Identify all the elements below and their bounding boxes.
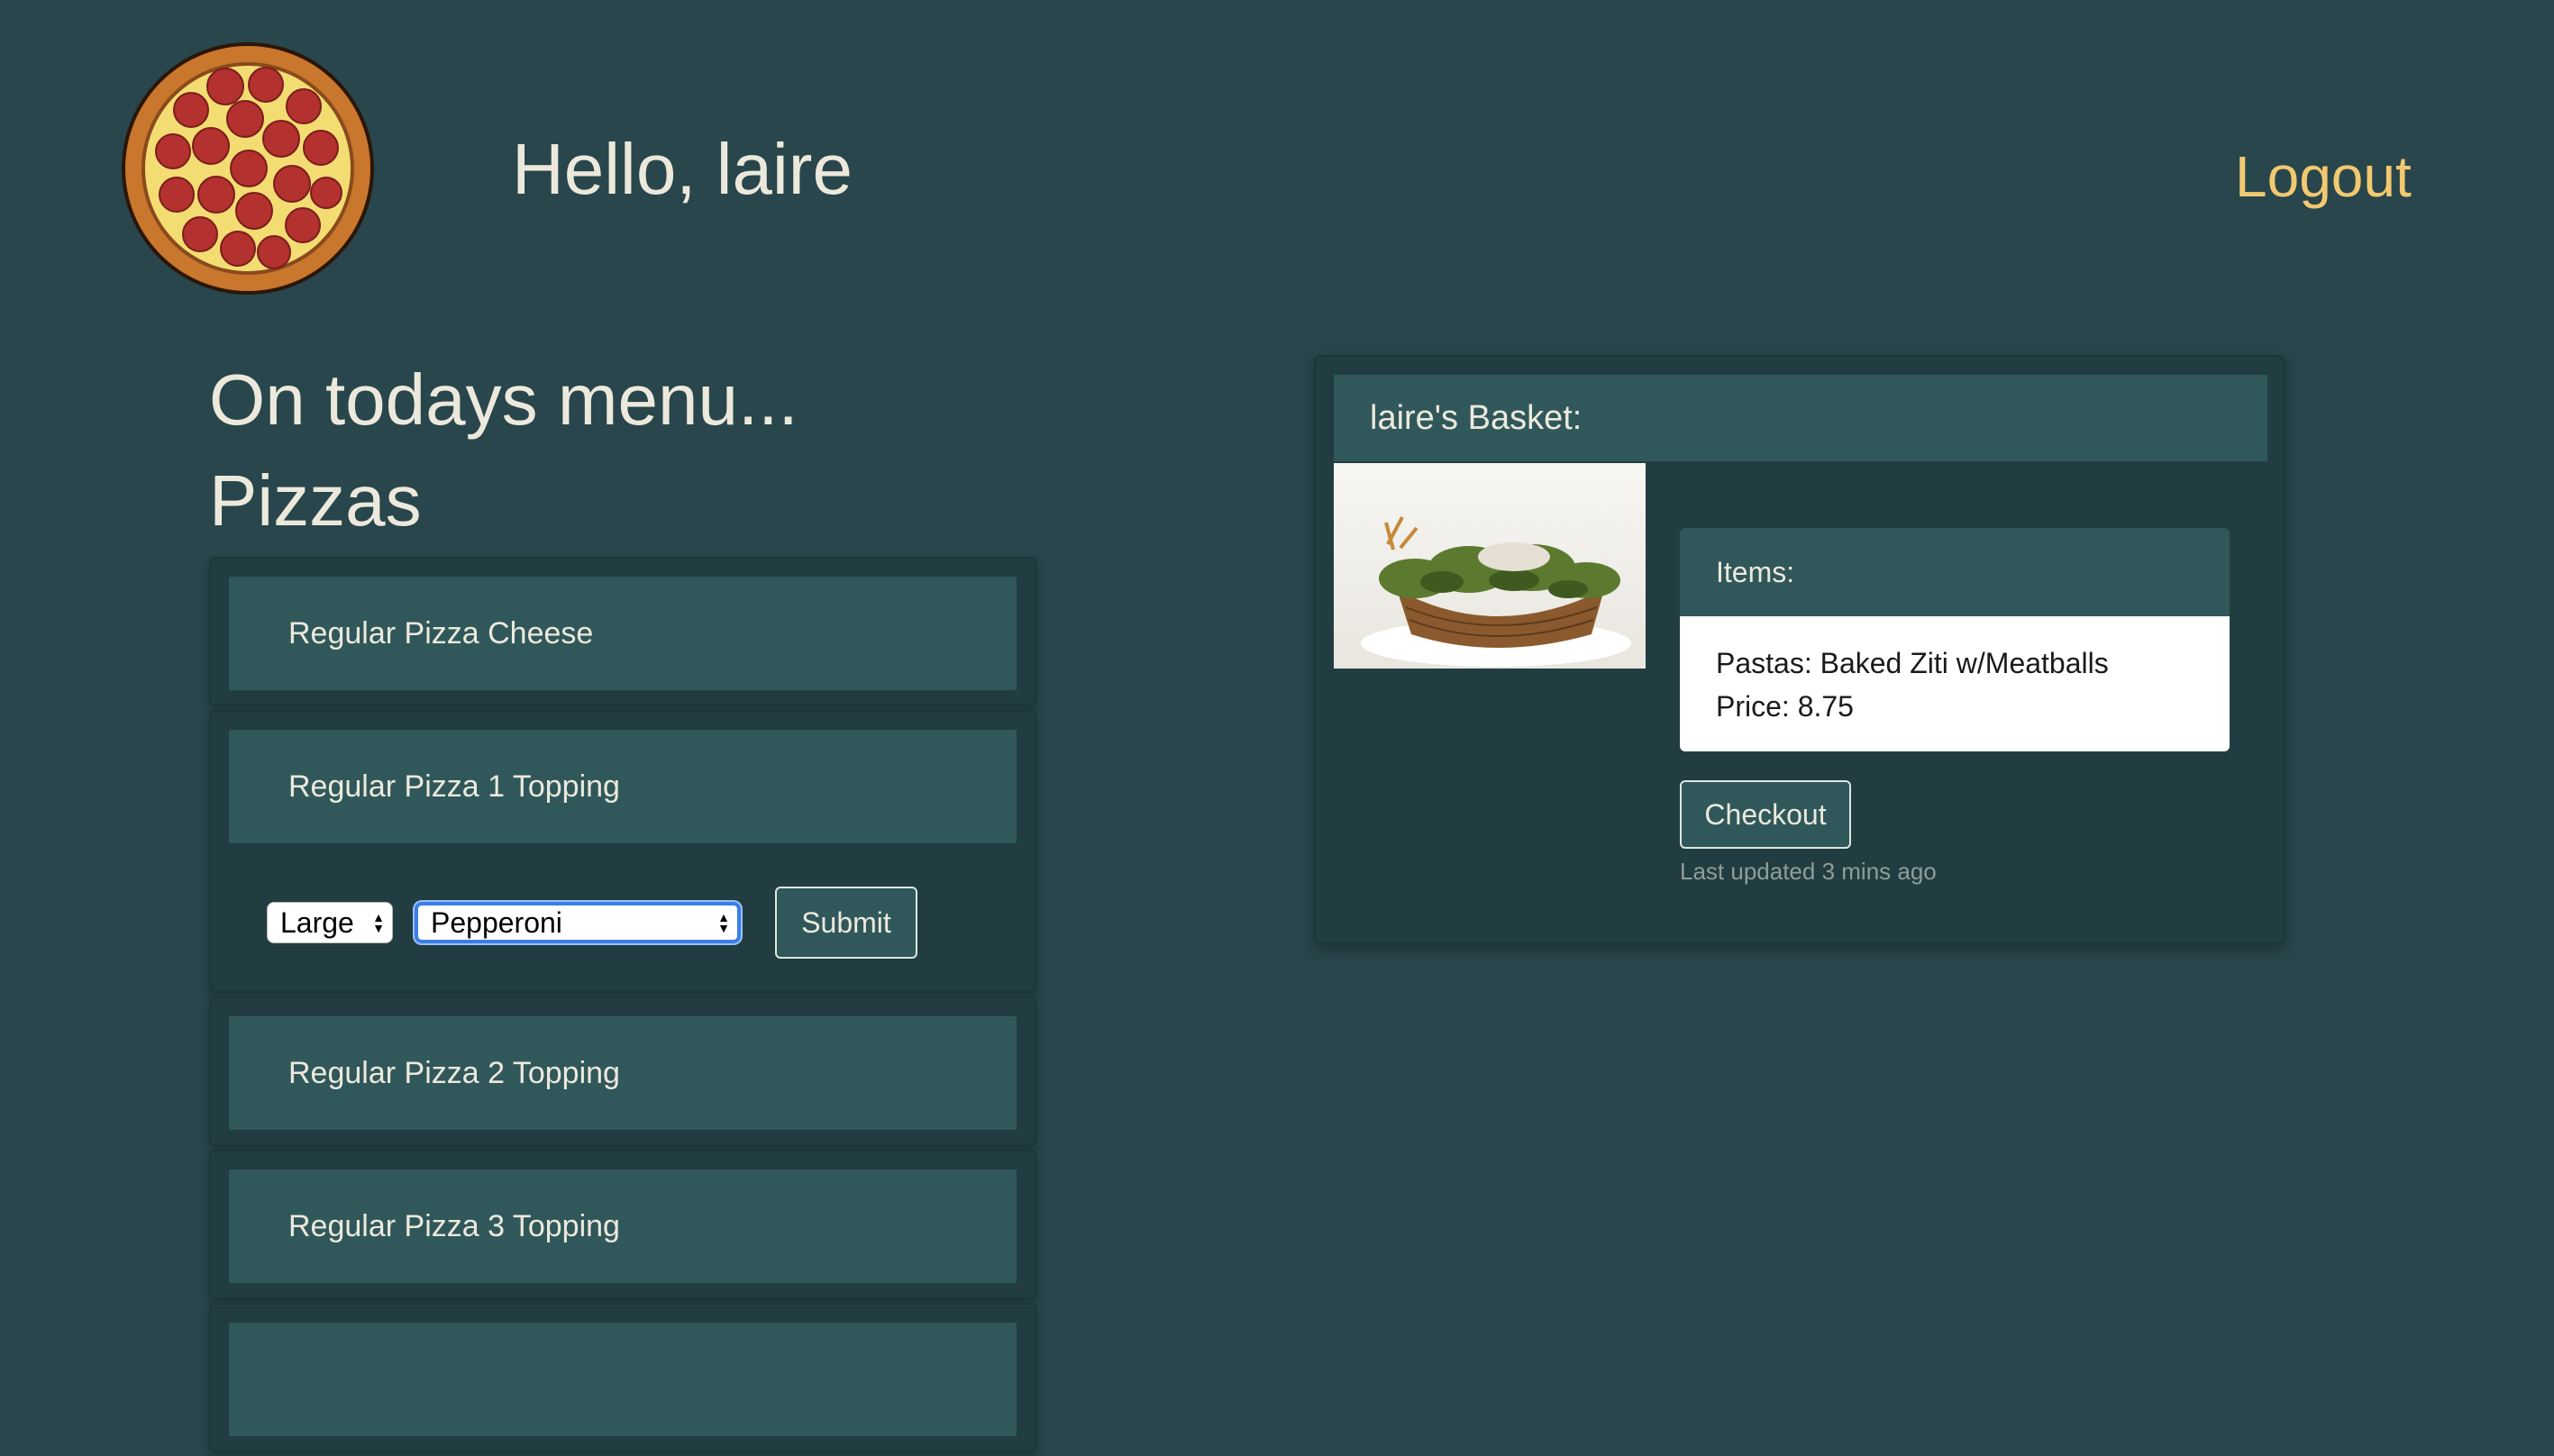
menu-item-card: Regular Pizza 1 Topping Large ▲ ▼ Peppero… xyxy=(209,710,1036,993)
submit-button[interactable]: Submit xyxy=(775,887,917,959)
topping-select[interactable]: Pepperoni ▲ ▼ xyxy=(415,902,741,943)
last-updated-text: Last updated 3 mins ago xyxy=(1680,858,1937,885)
size-select-value: Large xyxy=(280,905,354,939)
select-arrows-icon: ▲ ▼ xyxy=(372,910,385,935)
basket-title: laire's Basket: xyxy=(1334,375,2267,461)
pizza-logo-icon xyxy=(122,42,374,295)
basket-items-card: Items: Pastas: Baked Ziti w/Meatballs Pr… xyxy=(1680,528,2230,751)
menu-item-header[interactable]: Regular Pizza Cheese xyxy=(229,577,1017,690)
menu-item-header[interactable] xyxy=(229,1323,1017,1436)
order-form: Large ▲ ▼ Pepperoni ▲ ▼ Submit xyxy=(229,843,1017,959)
size-select[interactable]: Large ▲ ▼ xyxy=(267,902,393,943)
menu-item-header[interactable]: Regular Pizza 2 Topping xyxy=(229,1016,1017,1130)
menu-item-header[interactable]: Regular Pizza 3 Topping xyxy=(229,1169,1017,1283)
menu-item-card: Regular Pizza 3 Topping xyxy=(209,1150,1036,1299)
topping-select-value: Pepperoni xyxy=(431,905,562,939)
logout-link[interactable]: Logout xyxy=(2235,141,2412,213)
basket-item-line: Pastas: Baked Ziti w/Meatballs xyxy=(1716,647,2109,679)
menu-item-card xyxy=(209,1303,1036,1452)
menu-list: Regular Pizza Cheese Regular Pizza 1 Top… xyxy=(209,557,1036,1456)
items-body: Pastas: Baked Ziti w/Meatballs Price: 8.… xyxy=(1680,616,2230,751)
checkout-button[interactable]: Checkout xyxy=(1680,780,1851,849)
basket-image xyxy=(1334,463,1646,669)
menu-heading: On todays menu... xyxy=(209,359,798,440)
items-label: Items: xyxy=(1680,528,2230,616)
menu-item-card: Regular Pizza Cheese xyxy=(209,557,1036,706)
category-heading: Pizzas xyxy=(209,460,422,541)
menu-item-card: Regular Pizza 2 Topping xyxy=(209,996,1036,1146)
greeting-heading: Hello, laire xyxy=(512,129,853,209)
select-arrows-icon: ▲ ▼ xyxy=(717,910,730,935)
basket-price-line: Price: 8.75 xyxy=(1716,690,1854,723)
basket-card: laire's Basket: Items: Pastas: Baked Zit… xyxy=(1314,355,2285,944)
menu-item-header[interactable]: Regular Pizza 1 Topping xyxy=(229,730,1017,843)
